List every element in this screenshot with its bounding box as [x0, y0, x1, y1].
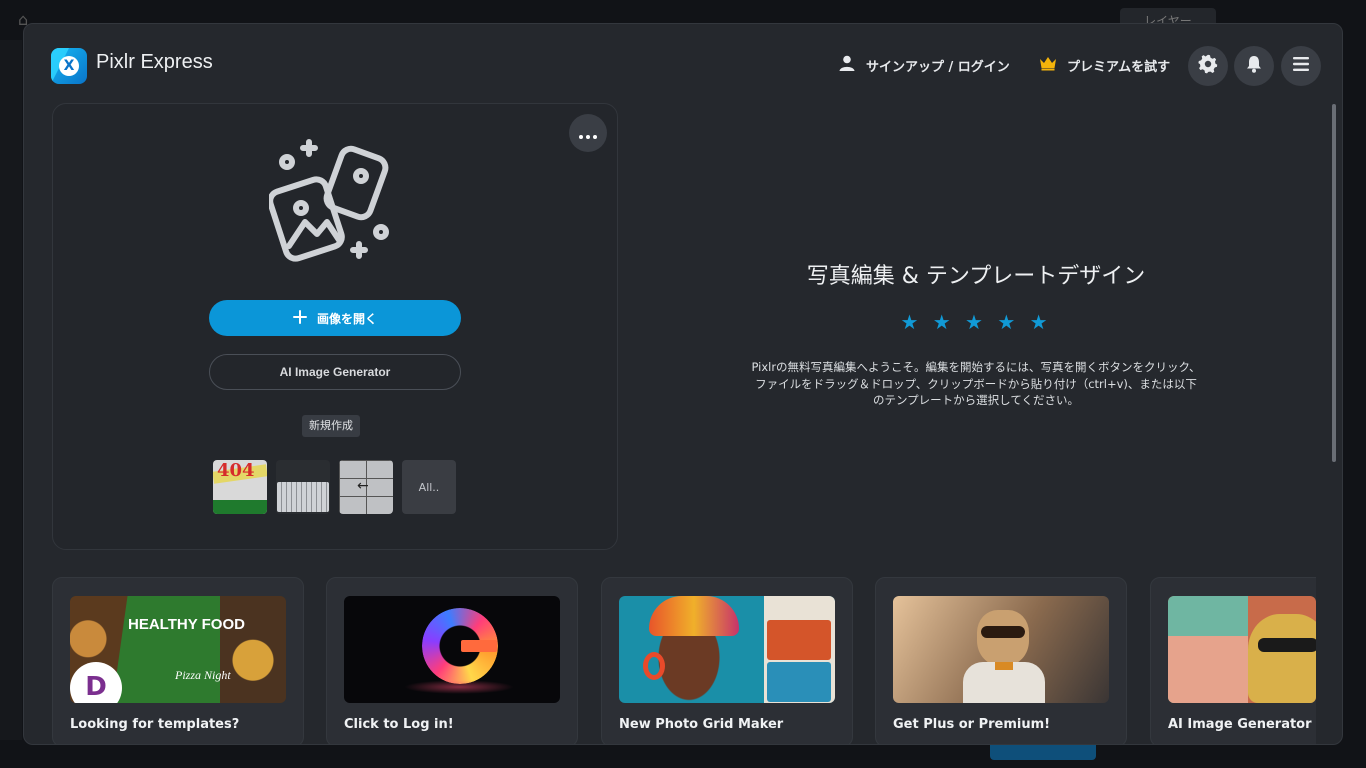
settings-button[interactable]: [1188, 46, 1228, 86]
ai-art-image: [1168, 596, 1316, 703]
premium-label: プレミアムを試す: [1067, 59, 1171, 75]
open-image-panel: 画像を開く AI Image Generator 新規作成 404 ← All.…: [52, 103, 618, 550]
dialog-scrollbar[interactable]: [1332, 104, 1336, 462]
grid-tile-2: [767, 662, 831, 702]
food-photo-3: [220, 596, 286, 703]
app-title: Pixlr Express: [96, 51, 213, 73]
pizza-text: Pizza Night: [175, 668, 231, 682]
dog-head: [977, 610, 1029, 666]
food-templates-image: HEALTHY FOOD Pizza Night D: [70, 596, 286, 703]
gear-icon: [1198, 54, 1218, 78]
promo-card-label: Looking for templates?: [70, 717, 240, 732]
promo-card-photo-grid[interactable]: New Photo Grid Maker: [601, 577, 853, 744]
info-title: 写真編集 & テンプレートデザイン: [806, 264, 1146, 289]
g-bar: [461, 640, 497, 652]
more-options-button[interactable]: [569, 114, 607, 152]
ai-art-cat-glasses: [1258, 638, 1316, 652]
ai-art-panel-2: [1168, 636, 1248, 703]
photos-illustration-icon: [267, 136, 401, 268]
portrait-earring: [643, 652, 665, 680]
template-thumb-keypad[interactable]: ←: [339, 460, 393, 514]
portrait-turban: [649, 596, 739, 636]
glowing-g-image: [344, 596, 560, 703]
photo-grid-image: [619, 596, 835, 703]
more-dots-icon: [579, 124, 597, 143]
promo-card-ai-generator[interactable]: AI Image Generator: [1150, 577, 1316, 744]
signin-label: サインアップ / ログイン: [866, 59, 1010, 75]
pixlr-logo: X: [51, 48, 87, 84]
keyboard-graphic: [277, 482, 329, 512]
rating-stars: ★ ★ ★ ★ ★: [900, 310, 1052, 334]
dialog-header: X Pixlr Express サインアップ / ログイン プレミアムを試す: [24, 24, 1342, 108]
crown-icon: [1039, 55, 1057, 75]
promo-card-label: Get Plus or Premium!: [893, 717, 1051, 732]
promo-card-login[interactable]: Click to Log in!: [326, 577, 578, 744]
menu-button[interactable]: [1281, 46, 1321, 86]
g-glow: [404, 680, 514, 694]
dog-sunglasses: [981, 626, 1025, 638]
promo-card-label: New Photo Grid Maker: [619, 717, 784, 732]
bell-icon: [1246, 55, 1262, 77]
logo-letter: X: [59, 56, 79, 76]
signin-button[interactable]: サインアップ / ログイン: [838, 54, 1010, 76]
dog-bowtie: [995, 662, 1013, 670]
info-description: Pixlrの無料写真編集へようこそ。編集を開始するには、写真を開くボタンをクリッ…: [751, 360, 1201, 407]
thumb-404-text: 404: [217, 460, 255, 481]
arrow-left-icon: ←: [357, 478, 369, 494]
template-thumb-keyboard[interactable]: [276, 460, 330, 514]
open-image-label: 画像を開く: [316, 311, 377, 326]
promo-card-premium[interactable]: Get Plus or Premium!: [875, 577, 1127, 744]
thumb-404-footer: [213, 500, 267, 514]
ai-art-cat: [1248, 614, 1316, 703]
background-sidebar: [0, 40, 22, 740]
all-templates-button[interactable]: All..: [402, 460, 456, 514]
notifications-button[interactable]: [1234, 46, 1274, 86]
promo-card-label: AI Image Generator: [1168, 717, 1312, 732]
promo-card-label: Click to Log in!: [344, 717, 454, 732]
food-photo-2: [112, 596, 238, 703]
grid-tile-1: [767, 620, 831, 660]
open-image-button[interactable]: 画像を開く: [209, 300, 461, 336]
user-icon: [838, 54, 856, 76]
dog-in-car-image: [893, 596, 1109, 703]
ai-image-generator-button[interactable]: AI Image Generator: [209, 354, 461, 390]
template-thumbnails: 404 ← All..: [213, 460, 456, 514]
promo-cards: HEALTHY FOOD Pizza Night D Looking for t…: [52, 577, 1316, 744]
hamburger-icon: [1292, 56, 1310, 76]
food-text: HEALTHY FOOD: [128, 616, 245, 633]
promo-card-templates[interactable]: HEALTHY FOOD Pizza Night D Looking for t…: [52, 577, 304, 744]
template-thumb-404[interactable]: 404: [213, 460, 267, 514]
premium-button[interactable]: プレミアムを試す: [1039, 54, 1170, 76]
plus-icon: [292, 309, 307, 327]
start-dialog: X Pixlr Express サインアップ / ログイン プレミアムを試す 画…: [23, 23, 1343, 745]
new-create-label: 新規作成: [302, 415, 360, 437]
